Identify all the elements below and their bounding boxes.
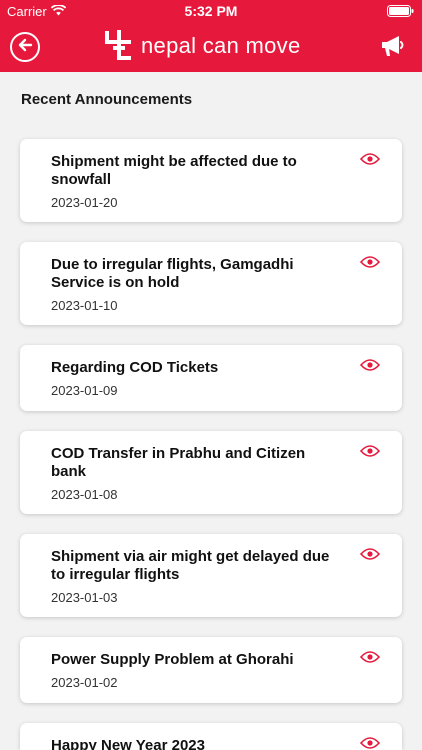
announcement-date: 2023-01-08 (51, 487, 118, 502)
announcement-title: Due to irregular flights, Gamgadhi Servi… (51, 256, 294, 291)
eye-icon[interactable] (359, 650, 381, 669)
brand-logo: nepal can move (103, 29, 301, 63)
announcement-title: Happy New Year 2023 (51, 737, 205, 750)
status-time: 5:32 PM (184, 3, 238, 19)
app-header: Carrier 5:32 PM nepal can move (0, 0, 422, 72)
eye-icon[interactable] (359, 358, 381, 377)
announcement-date: 2023-01-02 (51, 675, 118, 690)
eye-icon[interactable] (359, 547, 381, 566)
announcements-button[interactable] (380, 34, 406, 63)
announcement-date: 2023-01-20 (51, 195, 118, 210)
announcement-card[interactable]: Shipment via air might get delayed due t… (20, 534, 402, 617)
eye-icon[interactable] (359, 444, 381, 463)
battery-icon (387, 5, 414, 20)
announcement-date: 2023-01-09 (51, 383, 118, 398)
brand-name: nepal can move (141, 33, 301, 58)
eye-icon[interactable] (359, 736, 381, 750)
announcement-card[interactable]: Shipment might be affected due to snowfa… (20, 139, 402, 222)
announcement-title: Regarding COD Tickets (51, 359, 219, 376)
announcement-card[interactable]: Power Supply Problem at Ghorahi 2023-01-… (20, 637, 402, 703)
eye-icon[interactable] (359, 152, 381, 171)
nav-bar: nepal can move (0, 22, 422, 72)
announcement-card[interactable]: Regarding COD Tickets 2023-01-09 (20, 345, 402, 411)
eye-icon[interactable] (359, 255, 381, 274)
section-title: Recent Announcements (21, 91, 193, 108)
announcement-card[interactable]: Happy New Year 2023 (20, 723, 402, 750)
brand-logo-icon (103, 28, 135, 65)
announcement-date: 2023-01-10 (51, 298, 118, 313)
announcement-card[interactable]: Due to irregular flights, Gamgadhi Servi… (20, 242, 402, 325)
announcement-title: COD Transfer in Prabhu and Citizen bank (51, 445, 306, 480)
announcement-title: Shipment via air might get delayed due t… (51, 548, 330, 583)
announcement-title: Power Supply Problem at Ghorahi (51, 651, 294, 668)
back-button[interactable] (10, 32, 40, 62)
megaphone-icon (380, 36, 406, 62)
announcement-date: 2023-01-03 (51, 590, 118, 605)
status-bar: Carrier 5:32 PM (0, 0, 422, 22)
announcement-title: Shipment might be affected due to snowfa… (51, 153, 297, 188)
back-arrow-icon (17, 37, 33, 58)
announcement-card[interactable]: COD Transfer in Prabhu and Citizen bank … (20, 431, 402, 514)
